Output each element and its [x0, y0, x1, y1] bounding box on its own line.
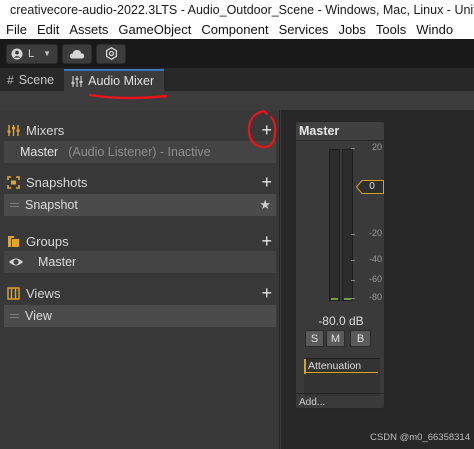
group-list-item[interactable]: Master: [4, 251, 276, 273]
red-underline-annotation: [88, 93, 168, 100]
tab-scene-label: Scene: [18, 73, 55, 87]
menu-file[interactable]: File: [0, 22, 32, 37]
scale-label: 20: [371, 142, 382, 152]
level-meter-left: [329, 149, 340, 301]
star-icon[interactable]: ★: [259, 197, 271, 213]
account-letter: L: [28, 47, 35, 60]
scale-label: -80: [368, 292, 382, 302]
snapshot-name: Snapshot: [25, 198, 78, 212]
db-readout: -80.0 dB: [318, 314, 364, 328]
snapshots-icon: [7, 175, 20, 189]
add-snapshot-button[interactable]: +: [261, 171, 272, 193]
editor-tab-bar: # Scene Audio Mixer: [0, 68, 474, 91]
snapshots-title: Snapshots: [26, 174, 88, 190]
tab-audio-mixer-label: Audio Mixer: [88, 74, 155, 88]
scale-tick: [351, 148, 355, 149]
divider: [296, 393, 384, 394]
scale-label: -60: [368, 274, 382, 284]
grid-icon: #: [7, 73, 14, 87]
fader-value: 0: [369, 181, 375, 192]
mixer-sliders-icon: [71, 75, 83, 87]
account-button[interactable]: L ▼: [6, 43, 58, 64]
mixers-icon: [7, 124, 20, 136]
groups-icon: [8, 235, 19, 247]
add-view-button[interactable]: +: [261, 282, 272, 304]
scale-label: -20: [368, 228, 382, 238]
attenuation-effect[interactable]: Attenuation: [304, 359, 378, 373]
chevron-down-icon: ▼: [43, 49, 52, 58]
menu-edit[interactable]: Edit: [32, 22, 64, 37]
scale-tick: [351, 234, 355, 235]
meter-level-left: [331, 298, 338, 300]
menu-services[interactable]: Services: [274, 22, 334, 37]
snapshot-list-item[interactable]: Snapshot ★: [4, 194, 276, 216]
window-title: creativecore-audio-2022.3LTS - Audio_Out…: [10, 3, 474, 17]
views-icon: [7, 286, 20, 300]
add-group-button[interactable]: +: [261, 230, 272, 252]
add-effect-button[interactable]: Add...: [299, 397, 325, 408]
view-name: View: [25, 309, 52, 323]
level-meter-right: [342, 149, 353, 301]
mute-button[interactable]: M: [326, 330, 345, 347]
solo-button[interactable]: S: [305, 330, 324, 347]
view-list-item[interactable]: View: [4, 305, 276, 327]
menu-jobs[interactable]: Jobs: [333, 22, 370, 37]
window-title-bar: creativecore-audio-2022.3LTS - Audio_Out…: [0, 0, 474, 20]
menu-gameobject[interactable]: GameObject: [113, 22, 196, 37]
mixer-list-item[interactable]: Master (Audio Listener) - Inactive: [4, 141, 276, 163]
drag-handle-icon[interactable]: [10, 203, 19, 207]
menu-window[interactable]: Windo: [411, 22, 458, 37]
snapshots-header: Snapshots +: [0, 171, 280, 193]
menu-assets[interactable]: Assets: [64, 22, 113, 37]
mixer-toolbar-strip: [0, 91, 474, 110]
scale-label: -40: [368, 254, 382, 264]
menu-tools[interactable]: Tools: [371, 22, 411, 37]
mixers-header: Mixers +: [0, 119, 280, 141]
gear-icon: [105, 47, 117, 60]
scale-tick: [351, 280, 355, 281]
meter-level-right: [344, 298, 351, 300]
cloud-button[interactable]: [62, 43, 92, 64]
master-channel-strip: Master 20 -20 -40 -60 -80 0 -80.0 dB S M…: [295, 121, 385, 409]
scale-tick: [351, 298, 355, 299]
watermark: CSDN @m0_66358314: [370, 432, 470, 443]
mixers-title: Mixers: [26, 122, 65, 138]
scale-tick: [351, 260, 355, 261]
group-name: Master: [38, 255, 77, 269]
views-header: Views +: [0, 282, 280, 304]
services-settings-button[interactable]: [96, 43, 126, 64]
bypass-button[interactable]: B: [350, 330, 371, 347]
strip-title: Master: [296, 122, 384, 141]
drag-handle-icon[interactable]: [10, 314, 19, 318]
mixer-name: Master: [20, 145, 59, 159]
menu-bar: File Edit Assets GameObject Component Se…: [0, 20, 474, 39]
views-title: Views: [26, 285, 61, 301]
tab-audio-mixer[interactable]: Audio Mixer: [64, 69, 165, 91]
account-icon: [11, 48, 23, 59]
menu-component[interactable]: Component: [196, 22, 273, 37]
mixer-status: (Audio Listener) - Inactive: [68, 145, 211, 159]
eye-icon[interactable]: [8, 256, 24, 268]
solo-mute-bypass-row: S M B: [305, 330, 371, 347]
cloud-icon: [69, 49, 85, 58]
main-toolbar: L ▼: [0, 39, 474, 68]
red-circle-annotation: [247, 109, 277, 149]
tab-scene[interactable]: # Scene: [0, 69, 64, 91]
groups-header: Groups +: [0, 230, 280, 252]
groups-title: Groups: [26, 233, 69, 249]
